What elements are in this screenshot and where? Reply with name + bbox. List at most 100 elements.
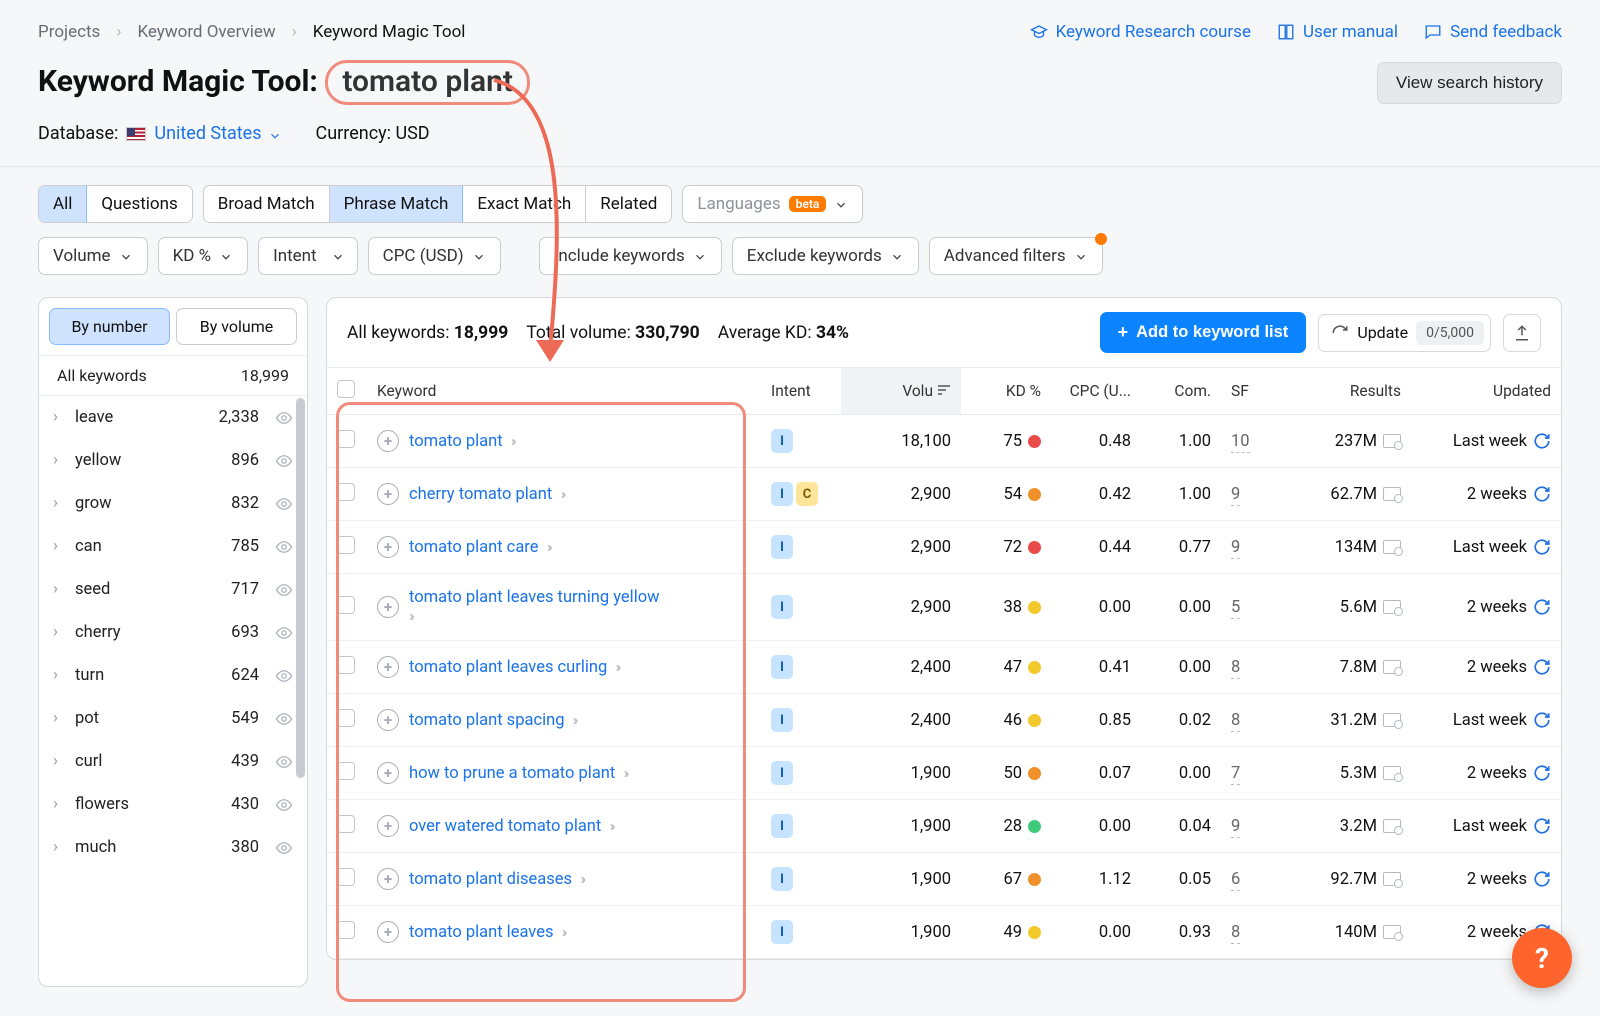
add-keyword-icon[interactable]: + xyxy=(377,656,399,678)
serp-icon[interactable] xyxy=(1383,713,1401,727)
serp-icon[interactable] xyxy=(1383,819,1401,833)
add-keyword-icon[interactable]: + xyxy=(377,483,399,505)
keyword-link[interactable]: tomato plant spacing xyxy=(409,711,564,730)
keyword-link[interactable]: how to prune a tomato plant xyxy=(409,764,615,783)
add-keyword-icon[interactable]: + xyxy=(377,430,399,452)
breadcrumb-overview[interactable]: Keyword Overview xyxy=(137,22,275,42)
refresh-icon[interactable] xyxy=(1533,485,1551,503)
sidebar-item[interactable]: › pot 549 xyxy=(39,697,307,740)
col-cpc[interactable]: CPC (U... xyxy=(1051,368,1141,415)
sidebar-item[interactable]: › can 785 xyxy=(39,525,307,568)
col-intent[interactable]: Intent xyxy=(761,368,841,415)
serp-icon[interactable] xyxy=(1383,487,1401,501)
filter-include[interactable]: Include keywords xyxy=(539,237,722,275)
refresh-icon[interactable] xyxy=(1533,870,1551,888)
col-com[interactable]: Com. xyxy=(1141,368,1221,415)
keyword-link[interactable]: tomato plant care xyxy=(409,538,539,557)
link-user-manual[interactable]: User manual xyxy=(1277,22,1398,42)
add-to-keyword-list-button[interactable]: + Add to keyword list xyxy=(1100,312,1307,353)
refresh-icon[interactable] xyxy=(1533,432,1551,450)
serp-icon[interactable] xyxy=(1383,434,1401,448)
keyword-link[interactable]: tomato plant diseases xyxy=(409,870,572,889)
col-updated[interactable]: Updated xyxy=(1411,368,1561,415)
add-keyword-icon[interactable]: + xyxy=(377,709,399,731)
keyword-link[interactable]: tomato plant leaves curling xyxy=(409,658,607,677)
sidebar-item[interactable]: › yellow 896 xyxy=(39,439,307,482)
refresh-icon[interactable] xyxy=(1533,658,1551,676)
row-checkbox[interactable] xyxy=(337,868,355,886)
serp-icon[interactable] xyxy=(1383,540,1401,554)
col-sf[interactable]: SF xyxy=(1221,368,1281,415)
row-checkbox[interactable] xyxy=(337,483,355,501)
row-checkbox[interactable] xyxy=(337,656,355,674)
keyword-link[interactable]: tomato plant leaves xyxy=(409,923,553,942)
seg-all[interactable]: All xyxy=(39,186,87,222)
cell-sf[interactable]: 8 xyxy=(1231,711,1240,732)
add-keyword-icon[interactable]: + xyxy=(377,762,399,784)
add-keyword-icon[interactable]: + xyxy=(377,596,399,618)
sidebar-item[interactable]: › leave 2,338 xyxy=(39,396,307,439)
view-history-button[interactable]: View search history xyxy=(1377,62,1562,104)
filter-exclude[interactable]: Exclude keywords xyxy=(732,237,919,275)
refresh-icon[interactable] xyxy=(1533,764,1551,782)
filter-kd[interactable]: KD % xyxy=(158,237,249,275)
sidebar-item[interactable]: › turn 624 xyxy=(39,654,307,697)
col-keyword[interactable]: Keyword xyxy=(367,368,761,415)
add-keyword-icon[interactable]: + xyxy=(377,815,399,837)
col-volume[interactable]: Volu xyxy=(841,368,961,415)
add-keyword-icon[interactable]: + xyxy=(377,868,399,890)
filter-intent[interactable]: Intent xyxy=(258,237,358,275)
row-checkbox[interactable] xyxy=(337,815,355,833)
refresh-icon[interactable] xyxy=(1533,711,1551,729)
link-send-feedback[interactable]: Send feedback xyxy=(1424,22,1562,42)
cell-sf[interactable]: 9 xyxy=(1231,485,1240,506)
cell-sf[interactable]: 8 xyxy=(1231,658,1240,679)
sidebar-item[interactable]: › flowers 430 xyxy=(39,783,307,826)
refresh-icon[interactable] xyxy=(1533,598,1551,616)
seg-phrase[interactable]: Phrase Match xyxy=(330,186,464,222)
filter-volume[interactable]: Volume xyxy=(38,237,148,275)
sidebar-item[interactable]: › cherry 693 xyxy=(39,611,307,654)
filter-advanced[interactable]: Advanced filters xyxy=(929,237,1103,275)
sidebar-tab-by-number[interactable]: By number xyxy=(49,308,170,345)
keyword-link[interactable]: cherry tomato plant xyxy=(409,485,552,504)
checkbox-all[interactable] xyxy=(337,380,355,398)
row-checkbox[interactable] xyxy=(337,921,355,939)
col-results[interactable]: Results xyxy=(1281,368,1411,415)
seg-exact[interactable]: Exact Match xyxy=(463,186,586,222)
cell-sf[interactable]: 6 xyxy=(1231,870,1240,891)
sidebar-item[interactable]: › curl 439 xyxy=(39,740,307,783)
sidebar-item[interactable]: › grow 832 xyxy=(39,482,307,525)
cell-sf[interactable]: 10 xyxy=(1231,432,1250,453)
help-fab-button[interactable]: ? xyxy=(1512,928,1572,988)
cell-sf[interactable]: 8 xyxy=(1231,923,1240,944)
database-selector[interactable]: Database: United States xyxy=(38,123,282,144)
keyword-link[interactable]: over watered tomato plant xyxy=(409,817,601,836)
languages-dropdown[interactable]: Languages beta xyxy=(682,185,863,223)
refresh-icon[interactable] xyxy=(1533,538,1551,556)
serp-icon[interactable] xyxy=(1383,660,1401,674)
update-button[interactable]: Update 0/5,000 xyxy=(1318,314,1491,352)
export-button[interactable] xyxy=(1503,314,1541,352)
row-checkbox[interactable] xyxy=(337,709,355,727)
seg-related[interactable]: Related xyxy=(586,186,671,222)
link-research-course[interactable]: Keyword Research course xyxy=(1030,22,1251,42)
serp-icon[interactable] xyxy=(1383,600,1401,614)
cell-sf[interactable]: 7 xyxy=(1231,764,1240,785)
serp-icon[interactable] xyxy=(1383,872,1401,886)
refresh-icon[interactable] xyxy=(1533,817,1551,835)
row-checkbox[interactable] xyxy=(337,596,355,614)
serp-icon[interactable] xyxy=(1383,925,1401,939)
cell-sf[interactable]: 5 xyxy=(1231,598,1240,619)
sidebar-item[interactable]: › seed 717 xyxy=(39,568,307,611)
serp-icon[interactable] xyxy=(1383,766,1401,780)
add-keyword-icon[interactable]: + xyxy=(377,536,399,558)
sidebar-tab-by-volume[interactable]: By volume xyxy=(176,308,297,345)
seg-broad[interactable]: Broad Match xyxy=(204,186,330,222)
breadcrumb-projects[interactable]: Projects xyxy=(38,22,100,42)
row-checkbox[interactable] xyxy=(337,430,355,448)
row-checkbox[interactable] xyxy=(337,762,355,780)
add-keyword-icon[interactable]: + xyxy=(377,921,399,943)
cell-sf[interactable]: 9 xyxy=(1231,817,1240,838)
row-checkbox[interactable] xyxy=(337,536,355,554)
